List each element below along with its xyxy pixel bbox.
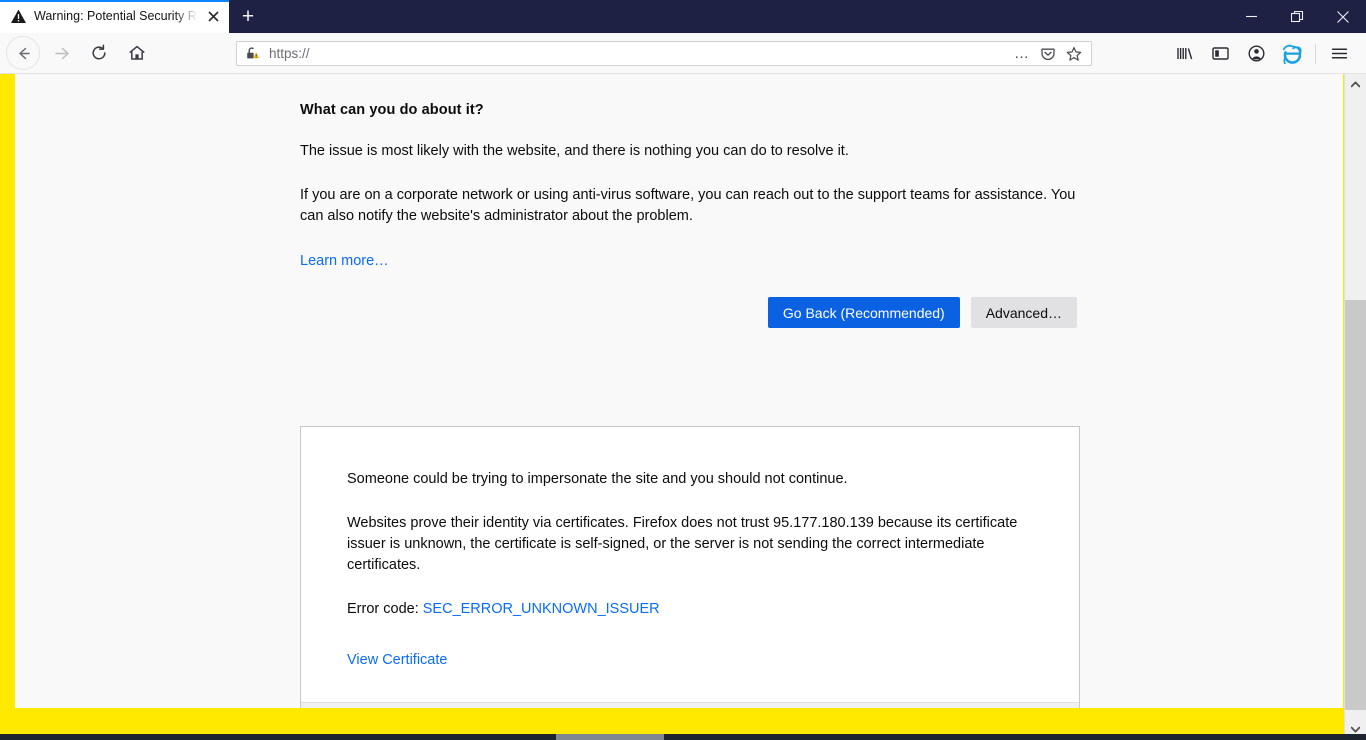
error-page-main: What can you do about it? The issue is m… xyxy=(285,74,1085,328)
scroll-up-icon[interactable] xyxy=(1345,74,1366,95)
advanced-button[interactable]: Advanced… xyxy=(970,297,1077,328)
error-code-label: Error code: xyxy=(347,601,423,617)
home-icon[interactable] xyxy=(120,36,154,70)
error-code-line: Error code: SEC_ERROR_UNKNOWN_ISSUER xyxy=(347,599,1033,620)
forward-arrow-icon[interactable] xyxy=(44,36,78,70)
view-certificate-link[interactable]: View Certificate xyxy=(347,652,1033,668)
page-content: What can you do about it? The issue is m… xyxy=(15,74,1343,708)
page-actions-icon[interactable]: … xyxy=(1009,43,1035,65)
scrollbar-thumb[interactable] xyxy=(1345,300,1366,710)
certificate-explanation-text: Websites prove their identity via certif… xyxy=(347,515,1018,573)
page-paragraph-1: The issue is most likely with the websit… xyxy=(300,143,849,159)
library-icon[interactable] xyxy=(1167,37,1201,71)
page-button-row: Go Back (Recommended) Advanced… xyxy=(285,297,1077,328)
url-bar[interactable]: https:// … xyxy=(236,41,1092,66)
hamburger-menu-icon[interactable] xyxy=(1322,37,1356,71)
pocket-icon[interactable] xyxy=(1035,43,1061,65)
error-code-link[interactable]: SEC_ERROR_UNKNOWN_ISSUER xyxy=(423,601,660,617)
tab-title: Warning: Potential Security Risk xyxy=(34,9,201,23)
restore-icon[interactable] xyxy=(1274,0,1320,33)
internet-explorer-icon[interactable] xyxy=(1275,37,1309,71)
star-icon[interactable] xyxy=(1061,43,1087,65)
page-heading: What can you do about it? xyxy=(300,102,484,118)
warning-triangle-icon xyxy=(10,8,27,25)
advanced-panel-body: Someone could be trying to impersonate t… xyxy=(301,427,1079,702)
minimize-icon[interactable] xyxy=(1228,0,1274,33)
window-bottom-edge xyxy=(0,734,1366,740)
title-bar: Warning: Potential Security Risk + xyxy=(0,0,1366,33)
advanced-panel-footer: Go Back (Recommended) Accept the Risk an… xyxy=(301,702,1079,708)
learn-more-wrapper: Learn more… xyxy=(300,252,1085,270)
learn-more-link[interactable]: Learn more… xyxy=(300,253,389,269)
page-paragraph-2: If you are on a corporate network or usi… xyxy=(300,187,1076,224)
advanced-panel: Someone could be trying to impersonate t… xyxy=(300,426,1080,708)
broken-lock-warning-icon[interactable] xyxy=(245,46,261,62)
taskbar-nub xyxy=(556,734,664,740)
new-tab-button[interactable]: + xyxy=(229,0,267,33)
close-icon[interactable] xyxy=(1320,0,1366,33)
toolbar-divider xyxy=(1315,43,1316,64)
window-controls xyxy=(1228,0,1366,33)
reload-icon[interactable] xyxy=(82,36,116,70)
browser-window: Warning: Potential Security Risk + https… xyxy=(0,0,1366,740)
highlight-border: What can you do about it? The issue is m… xyxy=(0,74,1366,740)
toolbar-right-actions xyxy=(1167,33,1366,74)
impersonate-warning-text: Someone could be trying to impersonate t… xyxy=(347,471,848,487)
vertical-scrollbar[interactable] xyxy=(1344,74,1366,740)
sidebar-icon[interactable] xyxy=(1203,37,1237,71)
back-arrow-icon[interactable] xyxy=(6,36,40,70)
browser-tab-active[interactable]: Warning: Potential Security Risk xyxy=(0,0,229,33)
url-input[interactable]: https:// xyxy=(269,42,1009,65)
go-back-button[interactable]: Go Back (Recommended) xyxy=(767,297,960,328)
navigation-toolbar: https:// … xyxy=(0,33,1366,74)
tab-close-icon[interactable] xyxy=(203,7,223,27)
account-icon[interactable] xyxy=(1239,37,1273,71)
